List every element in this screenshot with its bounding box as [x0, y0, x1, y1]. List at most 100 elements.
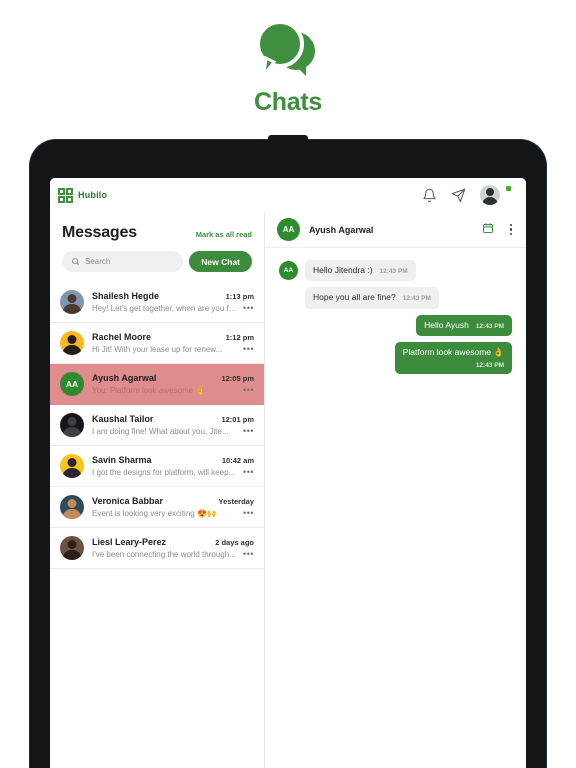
message-bubble: Hope you all are fine? 12:43 PM [305, 287, 439, 309]
contact-avatar [60, 536, 84, 560]
calendar-icon[interactable] [482, 221, 494, 239]
message-preview: Hi Jit! With your lease up for renew... [92, 345, 223, 354]
contact-avatar-initials: AA [60, 372, 84, 396]
app-bar-actions [422, 185, 514, 205]
search-input[interactable] [85, 257, 175, 266]
conversation-item-body: Liesl Leary-Perez 2 days ago I've been con… [92, 537, 254, 559]
contact-avatar [60, 331, 84, 355]
user-avatar[interactable] [480, 185, 500, 205]
conversation-item-body: Rachel Moore 1:12 pm Hi Jit! With your lea… [92, 332, 254, 354]
conversation-list-item[interactable]: Liesl Leary-Perez 2 days ago I've been con… [50, 528, 264, 569]
app-top-bar: Hubilo [50, 178, 526, 212]
conversation-timestamp: 1:12 pm [225, 333, 254, 342]
conversation-avatar: AA [277, 218, 300, 241]
search-field[interactable] [62, 251, 184, 272]
message-timestamp: 12:43 PM [475, 361, 504, 369]
brand-header: Chats [0, 18, 576, 117]
tablet-frame: Hubilo Messages Mark as all read Search … [30, 135, 546, 768]
conversation-timestamp: 12:05 pm [221, 374, 254, 383]
conversation-list-pane: Messages Mark as all read New Chat Shail… [50, 212, 265, 768]
message-preview: I've been connecting the world through..… [92, 550, 236, 559]
message-row: Hope you all are fine? 12:43 PM [279, 287, 512, 309]
avatar-head [486, 188, 494, 196]
message-bubble: Hello Ayush 12:43 PM [416, 314, 512, 337]
contact-name: Rachel Moore [92, 332, 152, 342]
tablet-camera-nub [268, 135, 308, 141]
contact-name: Veronica Babbar [92, 496, 164, 506]
conversation-timestamp: 2 days ago [215, 538, 254, 547]
contact-avatar [60, 290, 84, 314]
message-preview: Event is looking very exciting 😍🙌 [92, 509, 217, 518]
message-timestamp: 12:43 PM [402, 295, 431, 303]
conversation-list[interactable]: Shailesh Hegde 1:13 pm Hey! Let's get toge… [50, 282, 264, 768]
message-preview: Hey! Let's get together, when are you fr… [92, 304, 238, 313]
conversation-list-item[interactable]: AA Ayush Agarwal 12:05 pm You: Platform loo… [50, 364, 264, 405]
message-row: Hello Ayush 12:43 PM [279, 314, 512, 337]
message-timestamp: 12:43 PM [475, 322, 504, 330]
message-row: AA Hello Jitendra :) 12:43 PM [279, 260, 512, 282]
message-text: Hello Ayush [424, 319, 469, 330]
conversation-list-item[interactable]: Shailesh Hegde 1:13 pm Hey! Let's get toge… [50, 282, 264, 323]
message-preview: I got the designs for platform, will kee… [92, 468, 236, 477]
message-row: Platform look awesome 👌 12:43 PM [279, 342, 512, 374]
send-plane-icon[interactable] [451, 188, 466, 203]
message-avatar-spacer [279, 288, 298, 307]
conversation-options-icon[interactable]: ••• [243, 509, 254, 518]
conversation-item-body: Kaushal Tailor 12:01 pm I am doing fine! W… [92, 414, 254, 436]
more-vertical-icon[interactable] [508, 222, 515, 238]
brand-title: Chats [254, 88, 322, 116]
new-chat-button[interactable]: New Chat [189, 251, 252, 272]
search-row: New Chat [50, 242, 264, 282]
message-text: Hope you all are fine? [313, 292, 396, 303]
message-preview: I am doing fine! What about you, Jite... [92, 427, 229, 436]
message-bubble: Platform look awesome 👌 12:43 PM [394, 342, 512, 374]
conversation-list-item[interactable]: Savin Sharma 10:42 am I got the designs fo… [50, 446, 264, 487]
conversation-item-body: Veronica Babbar Yesterday Event is looking… [92, 496, 254, 518]
contact-name: Ayush Agarwal [92, 373, 157, 383]
conversation-list-item[interactable]: Rachel Moore 1:12 pm Hi Jit! With your lea… [50, 323, 264, 364]
conversation-list-item[interactable]: Kaushal Tailor 12:01 pm I am doing fine! W… [50, 405, 264, 446]
hubilo-wordmark: Hubilo [78, 190, 108, 200]
tablet-screen: Hubilo Messages Mark as all read Search … [50, 178, 526, 768]
page-title: Messages [62, 224, 137, 241]
messages-header: Messages Mark as all read [50, 212, 264, 242]
message-preview: You: Platform look awesome 👌 [92, 386, 206, 395]
message-thread: AA Hello Jitendra :) 12:43 PM Hope you all … [265, 248, 526, 768]
contact-name: Shailesh Hegde [92, 291, 160, 301]
conversation-pane: AA Ayush Agarwal AA Hello Jitendra:) 12… [265, 212, 526, 768]
contact-name: Savin Sharma [92, 455, 152, 465]
search-icon [72, 258, 79, 265]
message-timestamp: 12:43 PM [379, 268, 408, 275]
conversation-item-body: Savin Sharma 10:42 am I got the designs fo… [92, 455, 254, 477]
message-sender-avatar: AA [279, 261, 298, 280]
message-text: Hello Jitendra :) [313, 265, 373, 275]
conversation-options-icon[interactable]: ••• [243, 304, 254, 313]
hubilo-bracket-icon [58, 187, 73, 203]
conversation-item-body: Ayush Agarwal 12:05 pm You: Platform look … [92, 373, 254, 395]
conversation-timestamp: 10:42 am [221, 456, 254, 465]
conversation-options-icon[interactable]: ••• [243, 550, 254, 559]
conversation-timestamp: 12:01 pm [221, 415, 254, 424]
conversation-timestamp: Yesterday [218, 497, 254, 506]
conversation-list-item[interactable]: Veronica Babbar Yesterday Event is looking… [50, 487, 264, 528]
message-text: Platform look awesome 👌 [402, 347, 504, 358]
notifications-bell-icon[interactable] [422, 188, 437, 203]
conversation-header: AA Ayush Agarwal [265, 212, 526, 248]
conversation-actions [482, 221, 515, 239]
conversation-options-icon[interactable]: ••• [243, 386, 254, 395]
hubilo-logo[interactable]: Hubilo [58, 187, 108, 203]
conversation-title: Ayush Agarwal [309, 224, 374, 235]
chat-bubbles-icon [250, 18, 326, 81]
contact-name: Kaushal Tailor [92, 414, 154, 424]
conversation-options-icon[interactable]: ••• [243, 345, 254, 354]
contact-name: Liesl Leary-Perez [92, 537, 167, 547]
conversation-options-icon[interactable]: ••• [243, 427, 254, 436]
contact-avatar [60, 495, 84, 519]
contact-avatar [60, 413, 84, 437]
mark-all-read-link[interactable]: Mark as all read [196, 230, 252, 239]
conversation-item-body: Shailesh Hegde 1:13 pm Hey! Let's get toge… [92, 291, 254, 313]
contact-avatar [60, 454, 84, 478]
message-bubble: Hello Jitendra :) 12:43 PM [305, 260, 416, 282]
conversation-options-icon[interactable]: ••• [243, 468, 254, 477]
app-body: Messages Mark as all read New Chat Shail… [50, 212, 526, 768]
